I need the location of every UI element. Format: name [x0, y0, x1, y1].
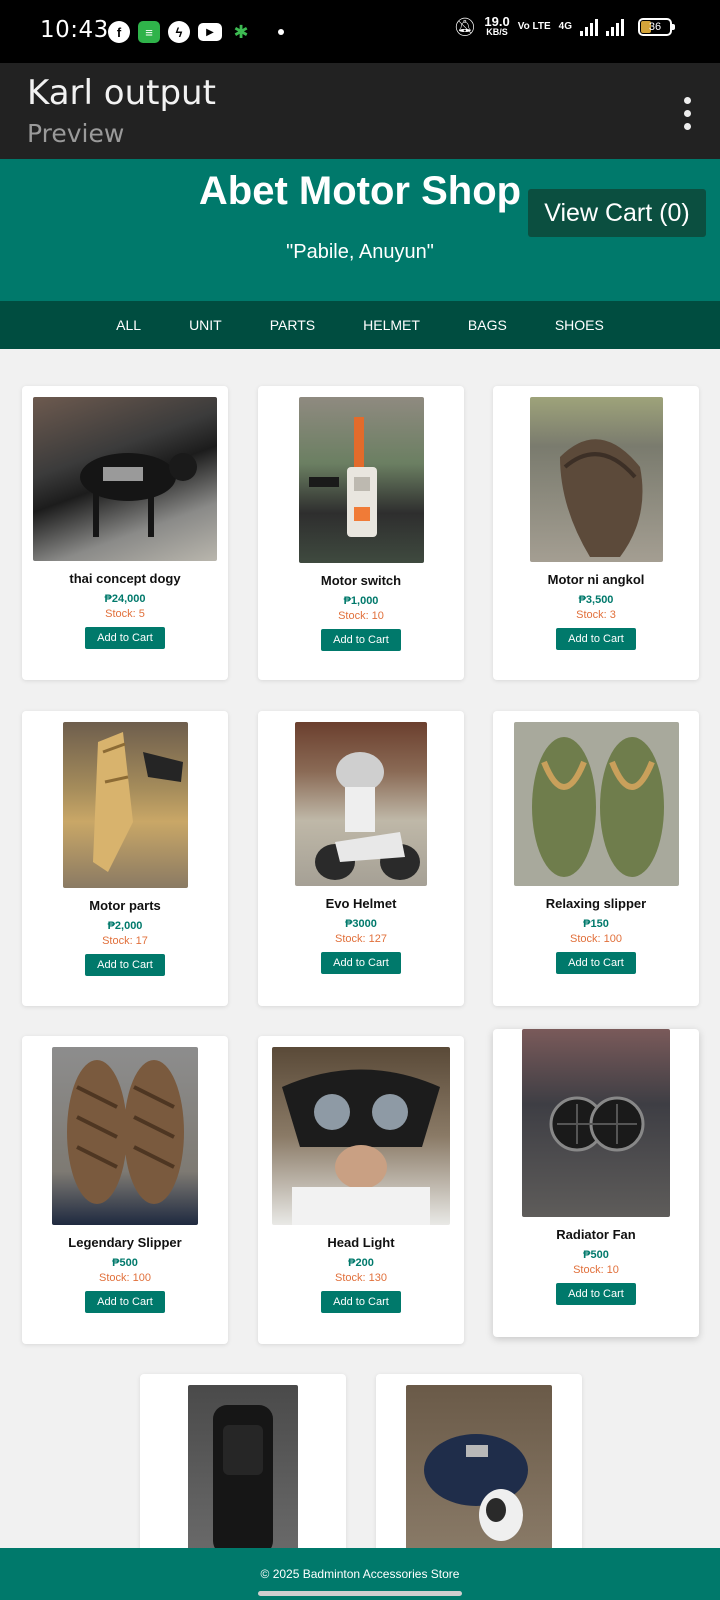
product-card: Evo Helmet ₱3000 Stock: 127 Add to Cart [258, 711, 464, 1006]
product-stock: Stock: 10 [338, 610, 384, 622]
product-price: ₱24,000 [104, 593, 146, 605]
product-image [406, 1385, 552, 1555]
product-card: Radiator Fan ₱500 Stock: 10 Add to Cart [493, 1029, 699, 1337]
product-price: ₱500 [583, 1249, 609, 1261]
system-icons: 🔕︎ 19.0 KB/S Vo LTE 4G 36 [453, 15, 675, 38]
product-price: ₱200 [348, 1257, 374, 1269]
status-time: 10:43 [40, 17, 109, 43]
product-card: Legendary Slipper ₱500 Stock: 100 Add to… [22, 1036, 228, 1344]
product-card: thai concept dogy ₱24,000 Stock: 5 Add t… [22, 386, 228, 680]
view-cart-button[interactable]: View Cart (0) [528, 189, 706, 237]
app-subtitle: Preview [27, 119, 125, 148]
speed-unit: KB/S [486, 27, 508, 37]
product-image [272, 1047, 450, 1225]
nav-shoes[interactable]: SHOES [531, 301, 628, 349]
product-image [33, 397, 217, 561]
shop-header: Abet Motor Shop "Pabile, Anuyun" View Ca… [0, 159, 720, 301]
nav-bags[interactable]: BAGS [444, 301, 531, 349]
mute-icon: 🔕︎ [453, 16, 477, 37]
product-name: Relaxing slipper [545, 896, 647, 911]
status-bar: 10:43 f ≡ ϟ ▶ ✱ 🔕︎ 19.0 KB/S Vo LTE 4G 3… [0, 0, 720, 63]
messenger-icon: ϟ [168, 21, 190, 43]
product-stock: Stock: 100 [99, 1272, 151, 1284]
android-icon: ✱ [233, 21, 249, 42]
product-card: Motor switch ₱1,000 Stock: 10 Add to Car… [258, 386, 464, 680]
battery-icon: 36 [638, 18, 675, 36]
product-stock: Stock: 127 [335, 933, 387, 945]
nav-helmet[interactable]: HELMET [339, 301, 444, 349]
product-name: Evo Helmet [325, 896, 397, 911]
product-name: Motor switch [320, 573, 402, 588]
product-name: Motor ni angkol [547, 572, 645, 587]
add-to-cart-button[interactable]: Add to Cart [85, 1291, 165, 1313]
network-speed: 19.0 KB/S [484, 15, 509, 38]
product-card: Motor ni angkol ₱3,500 Stock: 3 Add to C… [493, 386, 699, 680]
facebook-icon: f [108, 21, 130, 43]
product-card: Head Light ₱200 Stock: 130 Add to Cart [258, 1036, 464, 1344]
product-name: Legendary Slipper [68, 1235, 182, 1250]
notification-icons: f ≡ ϟ ▶ ✱ [108, 21, 284, 43]
app-title: Karl output [27, 73, 216, 113]
home-indicator[interactable] [258, 1591, 462, 1596]
youtube-icon: ▶ [198, 23, 222, 41]
battery-level: 36 [648, 21, 662, 33]
more-notifications-icon [278, 29, 284, 35]
network-type: 4G [558, 21, 572, 32]
product-price: ₱3,500 [578, 594, 614, 606]
product-image [529, 397, 663, 562]
product-stock: Stock: 130 [335, 1272, 387, 1284]
nav-unit[interactable]: UNIT [165, 301, 246, 349]
product-price: ₱3000 [345, 918, 377, 930]
product-stock: Stock: 5 [105, 608, 145, 620]
product-price: ₱1,000 [343, 595, 379, 607]
product-card [376, 1374, 582, 1574]
signal-icon [580, 18, 598, 36]
add-to-cart-button[interactable]: Add to Cart [321, 1291, 401, 1313]
product-card: Motor parts ₱2,000 Stock: 17 Add to Cart [22, 711, 228, 1006]
product-image [298, 397, 424, 563]
product-name: thai concept dogy [69, 571, 181, 586]
add-to-cart-button[interactable]: Add to Cart [556, 628, 636, 650]
product-stock: Stock: 17 [102, 935, 148, 947]
product-image [513, 722, 679, 886]
product-image [52, 1047, 198, 1225]
product-price: ₱500 [112, 1257, 138, 1269]
add-to-cart-button[interactable]: Add to Cart [85, 627, 165, 649]
add-to-cart-button[interactable]: Add to Cart [321, 629, 401, 651]
product-image [188, 1385, 298, 1555]
product-name: Radiator Fan [556, 1227, 636, 1242]
product-image [295, 722, 427, 886]
product-stock: Stock: 3 [576, 609, 616, 621]
more-options-icon[interactable] [682, 97, 692, 130]
product-name: Head Light [327, 1235, 395, 1250]
category-nav: ALL UNIT PARTS HELMET BAGS SHOES [0, 301, 720, 349]
signal-icon-2 [606, 18, 624, 36]
app-bar: Karl output Preview [0, 63, 720, 159]
product-price: ₱150 [583, 918, 609, 930]
add-to-cart-button[interactable]: Add to Cart [556, 952, 636, 974]
messages-icon: ≡ [138, 21, 160, 43]
add-to-cart-button[interactable]: Add to Cart [321, 952, 401, 974]
add-to-cart-button[interactable]: Add to Cart [85, 954, 165, 976]
product-stock: Stock: 100 [570, 933, 622, 945]
product-name: Motor parts [89, 898, 161, 913]
shop-tagline: "Pabile, Anuyun" [286, 241, 434, 263]
volte-indicator: Vo LTE [517, 21, 551, 32]
nav-all[interactable]: ALL [92, 301, 165, 349]
product-price: ₱2,000 [107, 920, 143, 932]
product-image [62, 722, 188, 888]
product-image [522, 1029, 670, 1217]
product-stock: Stock: 10 [573, 1264, 619, 1276]
nav-parts[interactable]: PARTS [246, 301, 339, 349]
product-card [140, 1374, 346, 1574]
add-to-cart-button[interactable]: Add to Cart [556, 1283, 636, 1305]
product-card: Relaxing slipper ₱150 Stock: 100 Add to … [493, 711, 699, 1006]
